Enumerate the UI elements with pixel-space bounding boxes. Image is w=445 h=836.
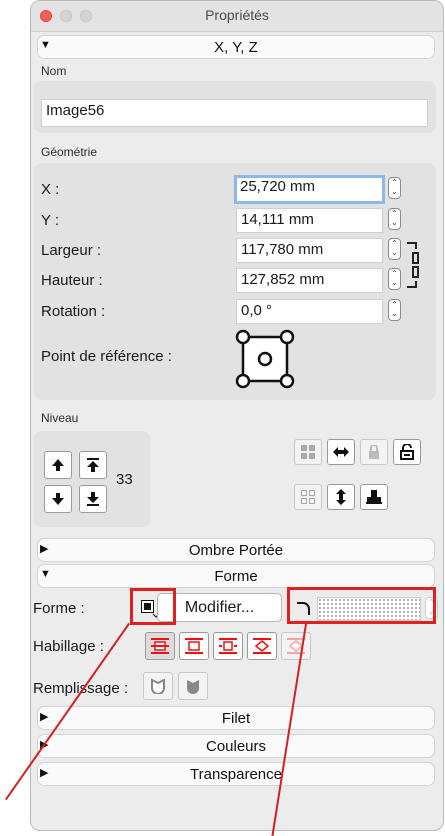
hauteur-stepper[interactable]: ⌃ ⌄ [388,268,401,290]
fill-solid-icon [187,680,199,694]
wrap-contour-icon [253,638,271,654]
corner-radius-highlight [287,587,436,624]
largeur-stepper[interactable]: ⌃ ⌄ [388,238,401,260]
unlock-icon [400,444,414,460]
ungroup-button[interactable] [294,484,322,510]
y-label: Y : [41,212,60,229]
bring-forward-button[interactable] [44,451,72,479]
send-to-back-button[interactable] [79,485,107,513]
hauteur-label: Hauteur : [41,272,103,289]
lock-button[interactable] [360,439,388,465]
level-value: 33 [116,471,133,488]
wrap-frame-icon [219,638,237,654]
forme-label: Forme : [33,600,85,617]
section-filet[interactable]: ▶ Filet [37,706,435,730]
stamp-icon [366,490,382,504]
flip-vertical-button[interactable] [327,484,355,510]
ungroup-icon [301,490,315,504]
send-backward-button[interactable] [44,485,72,513]
wrap-frame-button[interactable] [213,632,243,660]
x-label: X : [41,181,60,198]
arrow-bottom-icon [87,492,99,506]
vertical-arrows-icon [336,489,346,505]
unlock-button[interactable] [393,439,421,465]
fill-solid-button[interactable] [178,672,208,700]
name-field[interactable]: Image56 [41,99,428,127]
x-field[interactable]: 25,720 mm [234,175,385,204]
print-disable-button[interactable] [360,484,388,510]
wrap-box-button[interactable] [179,632,209,660]
properties-window: Propriétés ▼ X, Y, Z Nom Image56 Géométr… [30,0,444,831]
arrow-top-icon [87,458,99,472]
group-icon [301,445,315,459]
wrap-none-button[interactable] [145,632,175,660]
arrow-up-icon [52,459,64,471]
wrap-box-icon [185,638,203,654]
largeur-label: Largeur : [41,242,102,259]
section-transparence[interactable]: ▶ Transparence [37,762,435,786]
largeur-field[interactable]: 117,780 mm [236,238,383,263]
flip-horizontal-button[interactable] [327,439,355,465]
y-field[interactable]: 14,111 mm [236,208,383,233]
bring-to-front-button[interactable] [79,451,107,479]
shape-picker-highlight [130,588,176,625]
section-ombre[interactable]: ▶ Ombre Portée [37,538,435,562]
hauteur-field[interactable]: 127,852 mm [236,268,383,293]
fill-outline-icon [151,678,165,694]
habillage-label: Habillage : [33,638,104,655]
ref-point-label: Point de référence : [41,348,172,365]
x-stepper[interactable]: ⌃ ⌄ [388,177,401,199]
wrap-none-icon [151,638,169,654]
rotation-label: Rotation : [41,303,106,320]
wrap-contour-button[interactable] [247,632,277,660]
wrap-image-button[interactable] [281,632,311,660]
niveau-label: Niveau [41,411,79,425]
lock-icon [369,445,379,459]
arrow-down-icon [52,493,64,505]
geometrie-label: Géométrie [41,145,98,159]
section-xyz[interactable]: ▼ X, Y, Z [37,35,435,59]
window-title: Propriétés [205,7,269,23]
rotation-stepper[interactable]: ⌃ ⌄ [388,299,401,321]
fill-outline-button[interactable] [143,672,173,700]
reference-point-selector[interactable] [235,329,295,389]
section-couleurs[interactable]: ▶ Couleurs [37,734,435,758]
nom-label: Nom [41,64,67,78]
horizontal-arrows-icon [333,447,349,457]
rotation-field[interactable]: 0,0 ° [236,299,383,324]
section-forme[interactable]: ▼ Forme [37,564,435,588]
proportion-lock-icon[interactable] [405,241,419,289]
group-button[interactable] [294,439,322,465]
title-bar: Propriétés [31,1,443,32]
y-stepper[interactable]: ⌃ ⌄ [388,208,401,230]
